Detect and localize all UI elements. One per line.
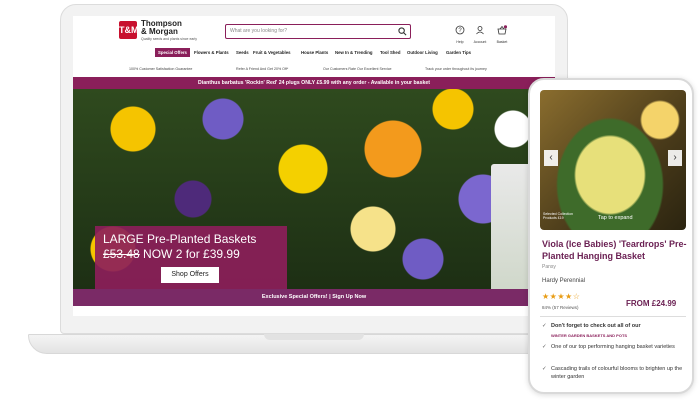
help-link[interactable]: ? Help (453, 22, 467, 44)
site-header: T&M Thompson & Morgan Quality seeds and … (73, 16, 555, 46)
chevron-right-icon[interactable]: › (668, 150, 682, 166)
signup-bar[interactable]: Exclusive Special Offers! | Sign Up Now (73, 289, 555, 306)
help-icon: ? (455, 25, 465, 35)
help-label: Help (456, 40, 464, 44)
hero-new-price: NOW 2 for £39.99 (143, 247, 240, 261)
nav-outdoor-living[interactable]: Outdoor Living (407, 50, 438, 55)
check-icon: ✓ (542, 323, 547, 329)
benefit-service: Our Customers Rate Our Excellent Service (323, 67, 392, 71)
promo-bar[interactable]: Dianthus barbatus 'Rockin' Red' 24 plugs… (73, 77, 555, 89)
product-title: Viola (Ice Babies) 'Teardrops' Pre-Plant… (542, 239, 687, 261)
nav-seeds[interactable]: Seeds (236, 50, 249, 55)
nav-tool-shed[interactable]: Tool Shed (380, 50, 400, 55)
nav-fruit-vegetables[interactable]: Fruit & Vegetables (253, 50, 291, 55)
benefit-refer[interactable]: Refer A Friend And Get 20% Off* (236, 67, 288, 71)
winter-baskets-link[interactable]: WINTER GARDEN BASKETS AND POTS (551, 333, 627, 338)
main-nav: Special Offers Flowers & Plants Seeds Fr… (73, 47, 555, 60)
benefit-guarantee: 100% Customer Satisfaction Guarantee (129, 67, 193, 71)
search-placeholder: What are you looking for? (230, 28, 287, 34)
account-label: Account (473, 40, 487, 44)
image-caption-line-2: Products £19 (543, 216, 564, 220)
hero-old-price: £53.48 (103, 247, 140, 261)
bullet-text: One of our top performing hanging basket… (551, 344, 675, 350)
nav-flowers-plants[interactable]: Flowers & Plants (194, 50, 229, 55)
image-caption: Selected Collection Products £19 (543, 212, 573, 220)
hero-offer-card: LARGE Pre-Planted Baskets £53.48 NOW 2 f… (95, 226, 287, 289)
bullet-text: Don't forget to check out all of our (551, 323, 641, 329)
check-icon: ✓ (542, 366, 547, 372)
product-subtitle: Pansy (542, 264, 556, 270)
benefit-tracking: Track your order throughout its journey (425, 67, 487, 71)
brand-name[interactable]: Thompson & Morgan (141, 20, 182, 36)
rating-text[interactable]: 84% (57 Reviews) (542, 305, 579, 310)
hero-banner[interactable]: LARGE Pre-Planted Baskets £53.48 NOW 2 f… (73, 89, 555, 289)
bullet-text: Cascading trails of colourful blooms to … (551, 366, 683, 380)
hero-headline: LARGE Pre-Planted Baskets (103, 232, 257, 246)
check-icon: ✓ (542, 344, 547, 350)
laptop-screen: T&M Thompson & Morgan Quality seeds and … (73, 16, 555, 316)
product-hardiness: Hardy Perennial (542, 278, 586, 284)
brand-logo[interactable]: T&M (119, 21, 139, 39)
phone-frame: ‹ › Selected Collection Products £19 Tap… (528, 78, 694, 394)
brand-tagline: Quality seeds and plants since early (141, 37, 198, 41)
shop-offers-button[interactable]: Shop Offers (161, 267, 219, 283)
product-price: FROM £24.99 (626, 299, 677, 308)
basket-link[interactable]: Basket (495, 22, 509, 44)
chevron-left-icon[interactable]: ‹ (544, 150, 558, 166)
brand-line-2: & Morgan (141, 27, 178, 36)
benefits-strip: 100% Customer Satisfaction Guarantee Ref… (73, 64, 555, 74)
nav-new-trending[interactable]: New In & Trending (335, 50, 372, 55)
account-link[interactable]: Account (473, 22, 487, 44)
nav-garden-tips[interactable]: Garden Tips (446, 50, 471, 55)
rating-stars[interactable]: ★★★★☆ (542, 292, 580, 301)
divider (540, 316, 686, 317)
account-icon (476, 26, 484, 35)
laptop-notch (264, 334, 364, 340)
product-image[interactable]: ‹ › Selected Collection Products £19 Tap… (540, 90, 686, 230)
search-icon[interactable] (398, 27, 407, 36)
device-mockup: T&M Thompson & Morgan Quality seeds and … (0, 0, 700, 400)
hero-price-line: £53.48 NOW 2 for £39.99 (103, 247, 240, 261)
nav-special-offers[interactable]: Special Offers (155, 48, 190, 57)
nav-house-plants[interactable]: House Plants (301, 50, 328, 55)
basket-icon (497, 25, 508, 35)
tap-to-expand[interactable]: Tap to expand (598, 215, 633, 221)
search-input[interactable]: What are you looking for? (225, 24, 411, 39)
basket-label: Basket (496, 40, 508, 44)
